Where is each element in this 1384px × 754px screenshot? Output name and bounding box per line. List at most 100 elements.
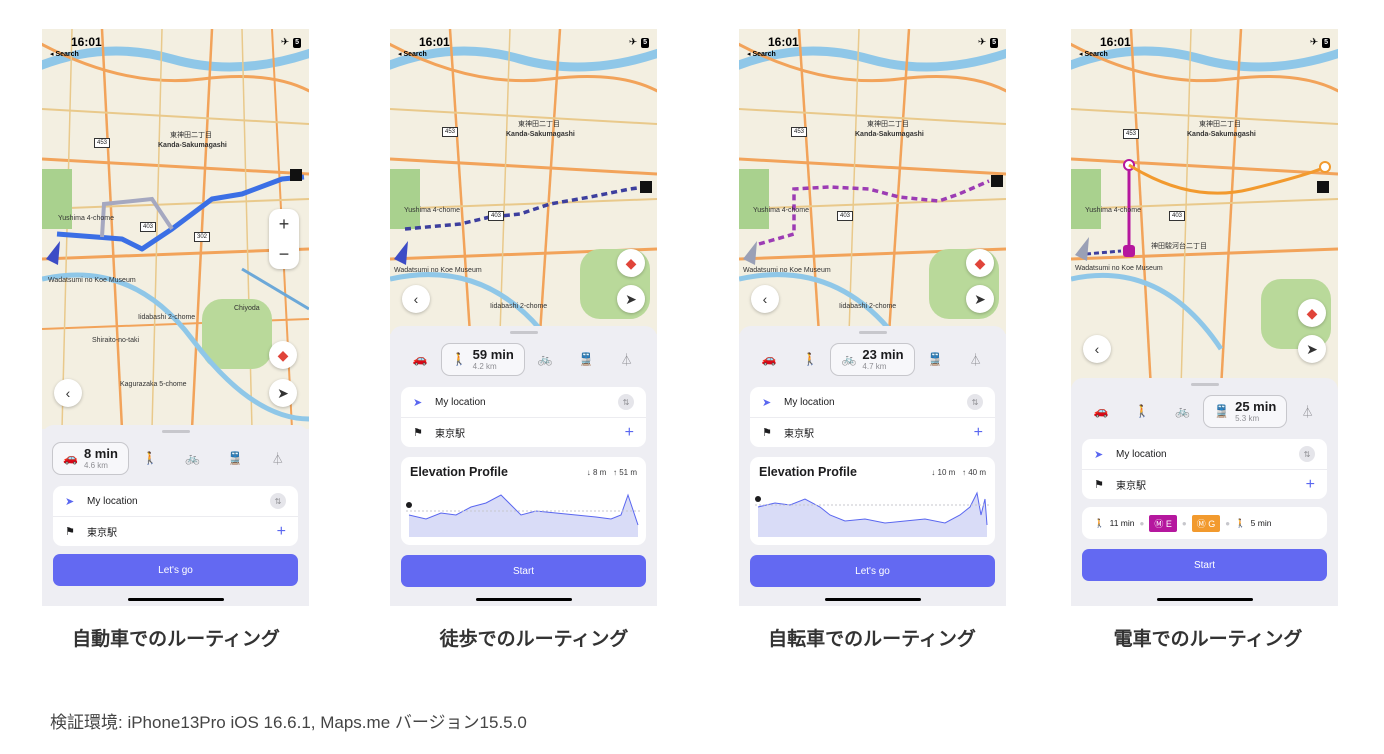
swap-icon[interactable]: ⇅ [1299,446,1315,462]
status-time: 16:01 [419,35,450,49]
mode-ruler[interactable]: ⏃ [955,351,996,368]
sheet-handle[interactable] [858,331,887,334]
mode-bike[interactable]: 🚲 23 min 4.7 km [830,342,915,376]
back-button[interactable]: ‹ [1083,335,1111,363]
zoom-out-button[interactable]: − [269,239,299,269]
add-stop-button[interactable]: + [625,424,634,442]
start-button[interactable]: Start [1082,549,1327,581]
map-background [390,29,657,334]
mode-ruler[interactable]: ⏃ [256,450,299,467]
sheet-handle[interactable] [1190,383,1219,386]
compass-button[interactable]: ◆ [617,249,645,277]
location-arrow-icon: ➤ [65,495,75,508]
status-back-link[interactable]: ◂ Search [398,50,427,58]
start-point-row[interactable]: ➤ My location ⇅ [401,387,646,417]
mode-walk[interactable]: 🚶 59 min 4.2 km [440,342,525,376]
route-time: 25 min [1235,398,1277,414]
compass-button[interactable]: ◆ [966,249,994,277]
my-location-button[interactable]: ➤ [617,285,645,313]
compass-button[interactable]: ◆ [1298,299,1326,327]
my-location-button[interactable]: ➤ [269,379,297,407]
start-point-row[interactable]: ➤ My location ⇅ [1082,439,1327,469]
elevation-profile[interactable]: Elevation Profile ↓ 10 m ↑ 40 m [750,457,995,545]
map-label: Wadatsumi no Koe Museum [1075,265,1163,272]
walk-icon: 🚶 [802,352,818,366]
bike-icon: 🚲 [185,451,201,465]
transit-steps-card[interactable]: 🚶 11 min ● Ⓜ E ● Ⓜ G ● 🚶 5 min [1082,507,1327,539]
lets-go-button[interactable]: Let's go [750,555,995,587]
route-distance: 4.2 km [472,361,497,371]
start-button[interactable]: Start [401,555,646,587]
swap-icon[interactable]: ⇅ [967,394,983,410]
mode-ruler[interactable]: ⏃ [1287,403,1328,420]
mode-car[interactable]: 🚗 [1081,404,1122,418]
back-button[interactable]: ‹ [54,379,82,407]
my-location-button[interactable]: ➤ [1298,335,1326,363]
end-point-row[interactable]: ⚑ 東京駅 + [1082,469,1327,499]
status-back-link[interactable]: ◂ Search [1079,50,1108,58]
zoom-control: + − [269,209,299,269]
mode-walk[interactable]: 🚶 [1122,404,1163,418]
end-point-row[interactable]: ⚑ 東京駅 + [53,516,298,546]
sheet-handle[interactable] [509,331,538,334]
map-view[interactable]: 16:01 ◂ Search ✈ 5 東神田二丁目 Kanda-Sakumagas… [42,29,309,429]
end-point-row[interactable]: ⚑ 東京駅 + [401,417,646,447]
mode-walk[interactable]: 🚶 [129,451,172,465]
swap-icon[interactable]: ⇅ [270,493,286,509]
back-button[interactable]: ‹ [751,285,779,313]
map-label: Kanda-Sakumagashi [855,131,924,138]
add-stop-button[interactable]: + [974,424,983,442]
mode-car[interactable]: 🚗 [749,352,790,366]
mode-walk[interactable]: 🚶 [790,352,831,366]
add-stop-button[interactable]: + [277,523,286,541]
elevation-profile[interactable]: Elevation Profile ↓ 8 m ↑ 51 m [401,457,646,545]
mode-selector: 🚗 🚶 🚲 23 min 4.7 km 🚆 ⏃ [749,339,996,379]
map-view[interactable]: 16:01 ◂ Search ✈ 5 東神田二丁目 Kanda-Sakumagas… [739,29,1006,334]
mode-transit[interactable]: 🚆 [915,352,956,366]
airplane-icon: ✈ [628,37,638,48]
back-button[interactable]: ‹ [402,285,430,313]
start-point-row[interactable]: ➤ My location ⇅ [750,387,995,417]
compass-icon: ◆ [1306,304,1318,321]
line-g-label: G [1208,518,1216,529]
mode-selector: 🚗 🚶 59 min 4.2 km 🚲 🚆 ⏃ [400,339,647,379]
map-label: 神田駿河台二丁目 [1151,243,1207,250]
end-point-row[interactable]: ⚑ 東京駅 + [750,417,995,447]
road-shield: 453 [791,127,808,137]
map-view[interactable]: 16:01 ◂ Search ✈ 5 東神田二丁目 Kanda-Sakumagas… [390,29,657,334]
mode-car[interactable]: 🚗 [400,352,441,366]
start-point-row[interactable]: ➤ My location ⇅ [53,486,298,516]
route-sheet: 🚗 🚶 59 min 4.2 km 🚲 🚆 ⏃ ➤ My location ⇅ ⚑ 東京駅… [390,326,657,606]
map-label: Wadatsumi no Koe Museum [743,267,831,274]
mode-ruler[interactable]: ⏃ [606,351,647,368]
compass-button[interactable]: ◆ [269,341,297,369]
my-location-button[interactable]: ➤ [966,285,994,313]
map-view[interactable]: 16:01 ◂ Search ✈ 5 東神田二丁目 Kanda-Sakumagas… [1071,29,1338,389]
airplane-icon: ✈ [280,37,290,48]
mode-transit[interactable]: 🚆 [214,451,257,465]
sheet-handle[interactable] [161,430,190,433]
status-back-link[interactable]: ◂ Search [50,50,79,58]
map-label: Yushima 4-chome [58,215,115,222]
lets-go-button[interactable]: Let's go [53,554,298,586]
map-label: 東神田二丁目 [1199,121,1241,128]
map-label: Yushima 4-chome [1085,207,1142,214]
environment-note: 検証環境: iPhone13Pro iOS 16.6.1, Maps.me バー… [50,713,527,732]
battery-icon: 5 [990,37,998,48]
ruler-icon: ⏃ [1301,404,1314,419]
status-back-link[interactable]: ◂ Search [747,50,776,58]
mode-bike[interactable]: 🚲 [1162,404,1203,418]
phone-transit: 16:01 ◂ Search ✈ 5 東神田二丁目 Kanda-Sakumagas… [1071,29,1338,606]
mode-bike[interactable]: 🚲 [525,352,566,366]
route-time: 59 min [472,346,514,362]
mode-transit[interactable]: 🚆 [566,352,607,366]
phone-car: 16:01 ◂ Search ✈ 5 東神田二丁目 Kanda-Sakumagas… [42,29,309,606]
swap-icon[interactable]: ⇅ [618,394,634,410]
mode-car[interactable]: 🚗 8 min 4.6 km [52,441,129,475]
end-point-label: 東京駅 [435,429,465,440]
add-stop-button[interactable]: + [1306,476,1315,494]
mode-transit[interactable]: 🚆 25 min 5.3 km [1203,394,1288,428]
mode-bike[interactable]: 🚲 [171,451,214,465]
zoom-in-button[interactable]: + [269,209,299,239]
walk-icon: 🚶 [142,451,158,465]
